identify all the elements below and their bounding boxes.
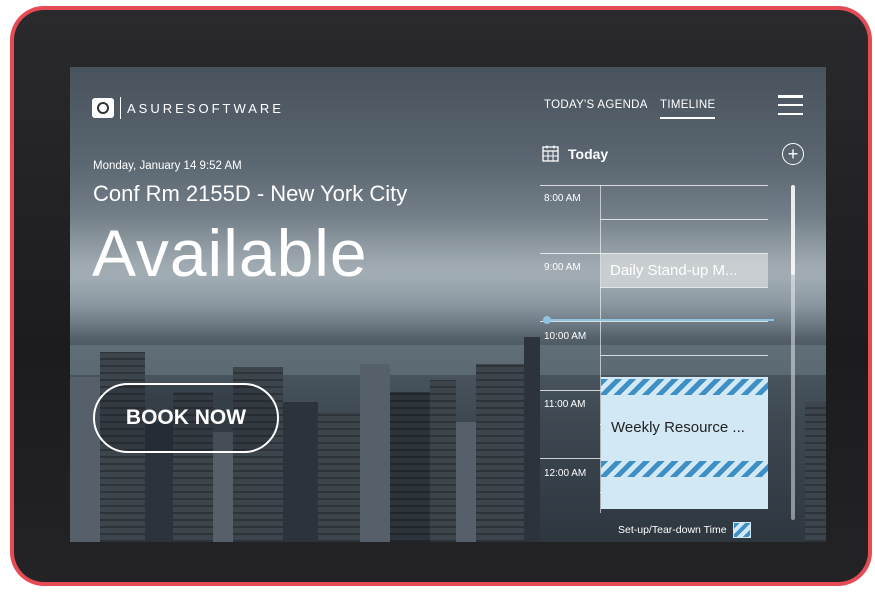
legend-label: Set-up/Tear-down Time	[618, 524, 727, 536]
hamburger-menu-icon[interactable]	[778, 95, 803, 115]
scrollbar-thumb[interactable]	[791, 185, 795, 275]
day-selector[interactable]: Today	[542, 145, 608, 162]
half-hour-line	[600, 355, 768, 356]
setup-time-block	[601, 379, 768, 395]
setup-teardown-legend: Set-up/Tear-down Time	[618, 522, 751, 538]
plus-circle-icon[interactable]: +	[782, 143, 804, 165]
hour-label: 9:00 AM	[544, 262, 581, 273]
hour-line	[540, 321, 768, 322]
asure-logo-icon	[92, 98, 114, 118]
book-now-button[interactable]: BOOK NOW	[93, 383, 279, 453]
half-hour-line	[600, 219, 768, 220]
event-title: Weekly Resource ...	[611, 419, 745, 436]
logo-divider	[120, 97, 121, 119]
current-time-indicator	[543, 316, 774, 324]
event-weekly-resource[interactable]: Weekly Resource ...	[601, 377, 768, 509]
tab-todays-agenda[interactable]: TODAY'S AGENDA	[544, 99, 648, 111]
current-time-dot	[543, 316, 551, 324]
tab-timeline[interactable]: TIMELINE	[660, 99, 716, 119]
legend-swatch	[732, 522, 751, 538]
brand-logo: ASURESOFTWARE	[92, 97, 284, 119]
half-hour-line	[600, 287, 768, 288]
calendar-icon	[542, 145, 559, 162]
event-daily-standup[interactable]: Daily Stand-up M...	[601, 253, 768, 287]
tablet-bezel: ASURESOFTWARE Monday, January 14 9:52 AM…	[14, 10, 868, 582]
hour-label: 11:00 AM	[544, 399, 586, 410]
hour-label: 8:00 AM	[544, 193, 581, 204]
screen: ASURESOFTWARE Monday, January 14 9:52 AM…	[70, 67, 826, 542]
room-name: Conf Rm 2155D - New York City	[93, 181, 408, 206]
teardown-time-block	[601, 461, 768, 477]
brand-name: ASURESOFTWARE	[127, 100, 284, 116]
timeline[interactable]: 8:00 AM 9:00 AM 10:00 AM 11:00 AM 12:00 …	[540, 185, 780, 513]
room-status: Available	[92, 216, 368, 290]
tablet-frame: ASURESOFTWARE Monday, January 14 9:52 AM…	[10, 6, 872, 586]
hour-line	[540, 185, 768, 186]
timeline-scrollbar[interactable]	[791, 185, 795, 520]
hour-label: 10:00 AM	[544, 331, 587, 342]
current-datetime: Monday, January 14 9:52 AM	[93, 160, 242, 172]
day-label: Today	[568, 145, 609, 162]
hour-label: 12:00 AM	[544, 468, 587, 479]
